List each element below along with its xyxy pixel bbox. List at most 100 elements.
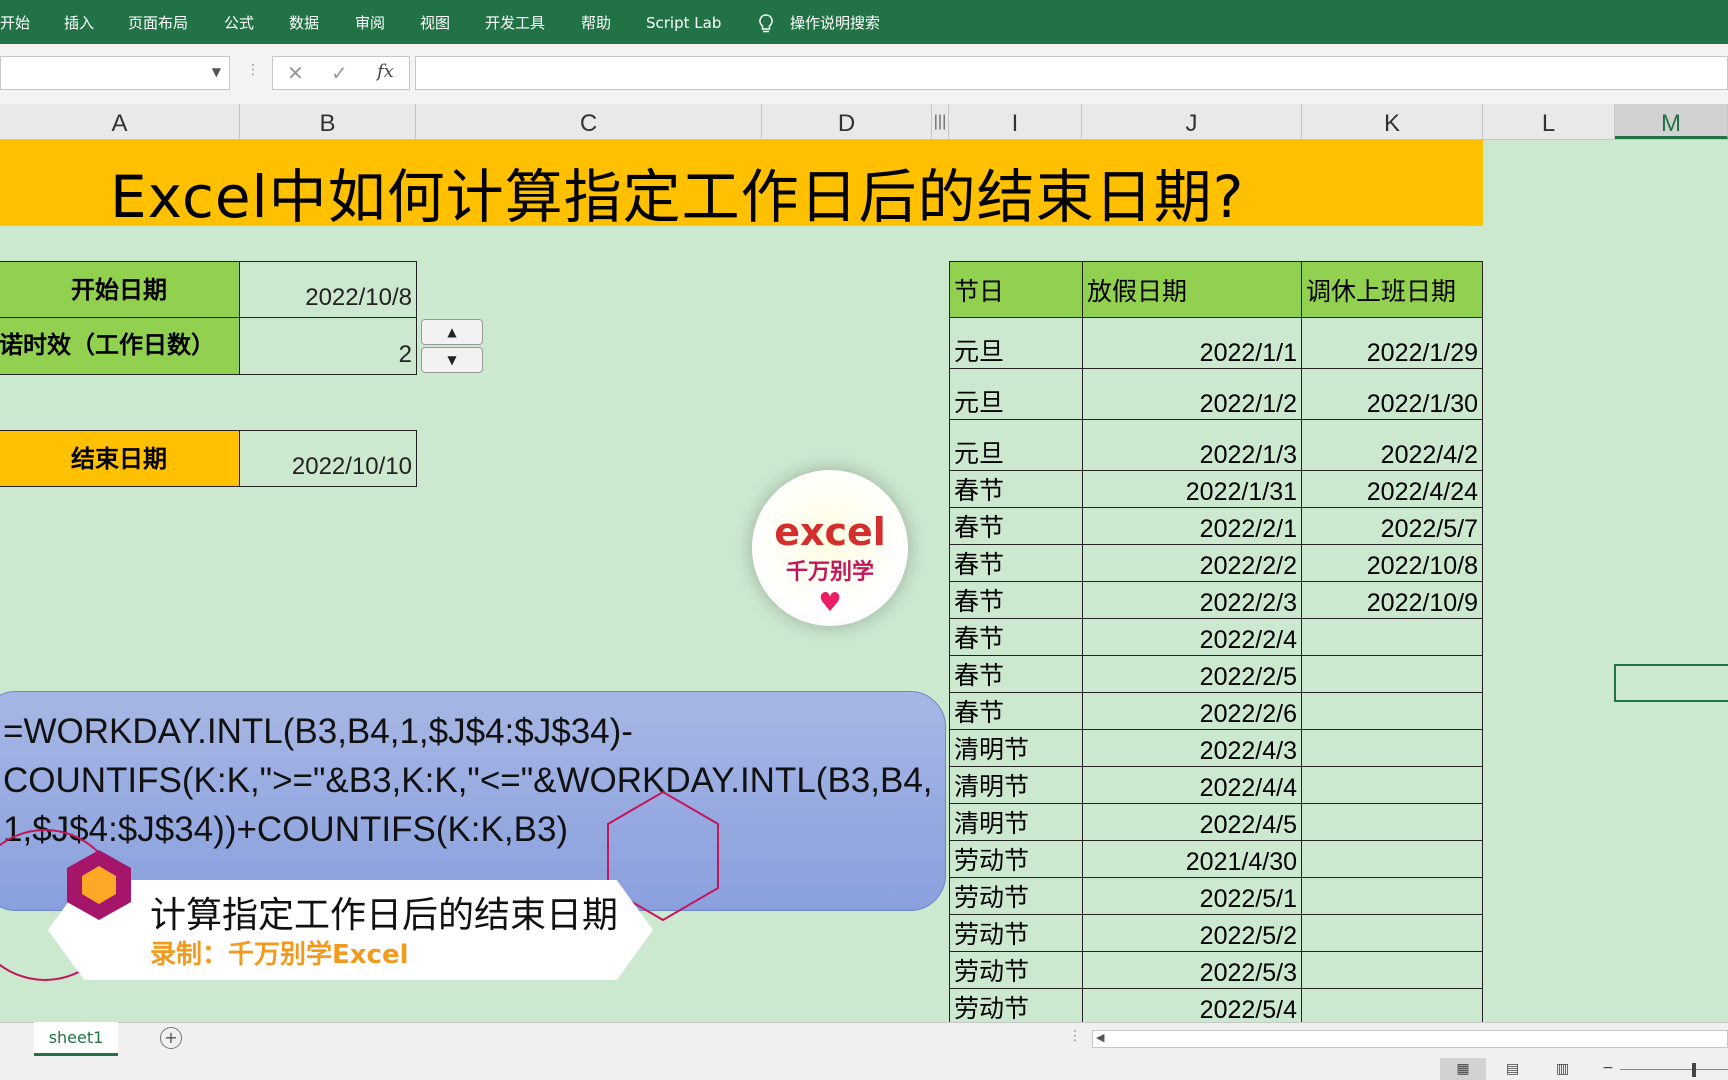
cancel-icon[interactable]: ✕ (287, 61, 304, 85)
tab-insert[interactable]: 插入 (64, 0, 94, 44)
tab-page-layout[interactable]: 页面布局 (128, 0, 188, 44)
holiday-name-cell[interactable]: 清明节 (949, 729, 1083, 767)
tab-developer[interactable]: 开发工具 (485, 0, 545, 44)
column-header-m[interactable]: M (1615, 104, 1728, 139)
horizontal-scrollbar[interactable]: ◀ (1092, 1030, 1728, 1048)
hidden-columns-marker[interactable]: ||| (932, 104, 949, 139)
workday-date-cell[interactable]: 2022/4/2 (1301, 419, 1483, 471)
column-header-c[interactable]: C (416, 104, 762, 139)
formula-input[interactable] (415, 56, 1728, 90)
confirm-icon[interactable]: ✓ (331, 61, 348, 85)
add-sheet-icon[interactable]: + (160, 1027, 182, 1049)
drag-handle-icon[interactable]: ⋮ (246, 62, 260, 78)
page-layout-view-icon[interactable]: ▤ (1506, 1058, 1519, 1080)
workday-date-cell[interactable]: 2022/4/24 (1301, 470, 1483, 508)
holiday-name-cell[interactable]: 劳动节 (949, 914, 1083, 952)
off-date-cell[interactable]: 2022/2/2 (1082, 544, 1302, 582)
spin-down-button[interactable]: ▼ (421, 347, 483, 373)
holiday-name-cell[interactable]: 春节 (949, 470, 1083, 508)
zoom-slider-thumb[interactable] (1692, 1063, 1696, 1077)
off-date-cell[interactable]: 2022/1/3 (1082, 419, 1302, 471)
zoom-slider[interactable] (1620, 1069, 1728, 1070)
tab-home[interactable]: 开始 (0, 0, 30, 44)
holiday-name-cell[interactable]: 春节 (949, 692, 1083, 730)
holiday-name-cell[interactable]: 春节 (949, 581, 1083, 619)
tab-help[interactable]: 帮助 (581, 0, 611, 44)
workday-date-cell[interactable] (1301, 766, 1483, 804)
header-workday-date[interactable]: 调休上班日期 (1301, 261, 1483, 318)
off-date-cell[interactable]: 2022/5/1 (1082, 877, 1302, 915)
column-header-l[interactable]: L (1483, 104, 1615, 139)
worksheet-grid[interactable]: Excel中如何计算指定工作日后的结束日期? 开始日期 2022/10/8 诺时… (0, 140, 1728, 1022)
holiday-name-cell[interactable]: 劳动节 (949, 840, 1083, 878)
scroll-left-icon[interactable]: ◀ (1096, 1031, 1104, 1044)
page-break-view-icon[interactable]: ▥ (1556, 1058, 1569, 1080)
holiday-name-cell[interactable]: 元旦 (949, 368, 1083, 420)
holiday-name-cell[interactable]: 春节 (949, 618, 1083, 656)
start-date-cell[interactable]: 2022/10/8 (239, 261, 417, 318)
sheet-tab-sheet1[interactable]: sheet1 (34, 1022, 118, 1056)
column-header-j[interactable]: J (1082, 104, 1302, 139)
normal-view-icon[interactable]: ▦ (1440, 1058, 1486, 1080)
workday-date-cell[interactable] (1301, 877, 1483, 915)
workday-date-cell[interactable] (1301, 655, 1483, 693)
selected-cell[interactable] (1614, 664, 1728, 702)
name-box[interactable]: ▼ (0, 56, 230, 90)
off-date-cell[interactable]: 2022/2/4 (1082, 618, 1302, 656)
holiday-name-cell[interactable]: 劳动节 (949, 988, 1083, 1022)
column-header-i[interactable]: I (949, 104, 1082, 139)
off-date-cell[interactable]: 2022/4/3 (1082, 729, 1302, 767)
off-date-cell[interactable]: 2021/4/30 (1082, 840, 1302, 878)
workday-date-cell[interactable] (1301, 988, 1483, 1022)
workday-date-cell[interactable] (1301, 692, 1483, 730)
chevron-down-icon[interactable]: ▼ (212, 65, 221, 79)
tab-view[interactable]: 视图 (420, 0, 450, 44)
lightbulb-icon[interactable] (757, 0, 775, 44)
column-header-d[interactable]: D (762, 104, 932, 139)
off-date-cell[interactable]: 2022/2/6 (1082, 692, 1302, 730)
tab-data[interactable]: 数据 (289, 0, 319, 44)
off-date-cell[interactable]: 2022/5/3 (1082, 951, 1302, 989)
tell-me-search[interactable]: 操作说明搜索 (790, 0, 880, 44)
holiday-name-cell[interactable]: 春节 (949, 507, 1083, 545)
workday-date-cell[interactable]: 2022/1/30 (1301, 368, 1483, 420)
tab-review[interactable]: 审阅 (355, 0, 385, 44)
workday-date-cell[interactable] (1301, 914, 1483, 952)
column-header-b[interactable]: B (240, 104, 416, 139)
workday-date-cell[interactable]: 2022/1/29 (1301, 317, 1483, 369)
off-date-cell[interactable]: 2022/1/1 (1082, 317, 1302, 369)
off-date-cell[interactable]: 2022/1/2 (1082, 368, 1302, 420)
workday-date-cell[interactable] (1301, 729, 1483, 767)
off-date-cell[interactable]: 2022/5/2 (1082, 914, 1302, 952)
off-date-cell[interactable]: 2022/1/31 (1082, 470, 1302, 508)
off-date-cell[interactable]: 2022/2/5 (1082, 655, 1302, 693)
workday-date-cell[interactable] (1301, 803, 1483, 841)
holiday-name-cell[interactable]: 劳动节 (949, 951, 1083, 989)
holiday-name-cell[interactable]: 劳动节 (949, 877, 1083, 915)
holiday-name-cell[interactable]: 春节 (949, 655, 1083, 693)
workday-date-cell[interactable] (1301, 840, 1483, 878)
end-date-cell[interactable]: 2022/10/10 (239, 430, 417, 487)
workdays-cell[interactable]: 2 (239, 317, 417, 375)
off-date-cell[interactable]: 2022/5/4 (1082, 988, 1302, 1022)
workday-date-cell[interactable]: 2022/5/7 (1301, 507, 1483, 545)
holiday-name-cell[interactable]: 清明节 (949, 766, 1083, 804)
column-header-a[interactable]: A (0, 104, 240, 139)
spin-up-button[interactable]: ▲ (421, 319, 483, 345)
header-holiday[interactable]: 节日 (949, 261, 1083, 318)
header-off-date[interactable]: 放假日期 (1082, 261, 1302, 318)
holiday-name-cell[interactable]: 元旦 (949, 419, 1083, 471)
tab-formulas[interactable]: 公式 (224, 0, 254, 44)
off-date-cell[interactable]: 2022/4/5 (1082, 803, 1302, 841)
split-handle-icon[interactable]: ⋮ (1068, 1028, 1082, 1044)
holiday-name-cell[interactable]: 春节 (949, 544, 1083, 582)
workday-date-cell[interactable] (1301, 951, 1483, 989)
off-date-cell[interactable]: 2022/4/4 (1082, 766, 1302, 804)
holiday-name-cell[interactable]: 清明节 (949, 803, 1083, 841)
column-header-k[interactable]: K (1302, 104, 1483, 139)
tab-script-lab[interactable]: Script Lab (646, 0, 721, 44)
off-date-cell[interactable]: 2022/2/1 (1082, 507, 1302, 545)
off-date-cell[interactable]: 2022/2/3 (1082, 581, 1302, 619)
holiday-name-cell[interactable]: 元旦 (949, 317, 1083, 369)
workday-date-cell[interactable] (1301, 618, 1483, 656)
